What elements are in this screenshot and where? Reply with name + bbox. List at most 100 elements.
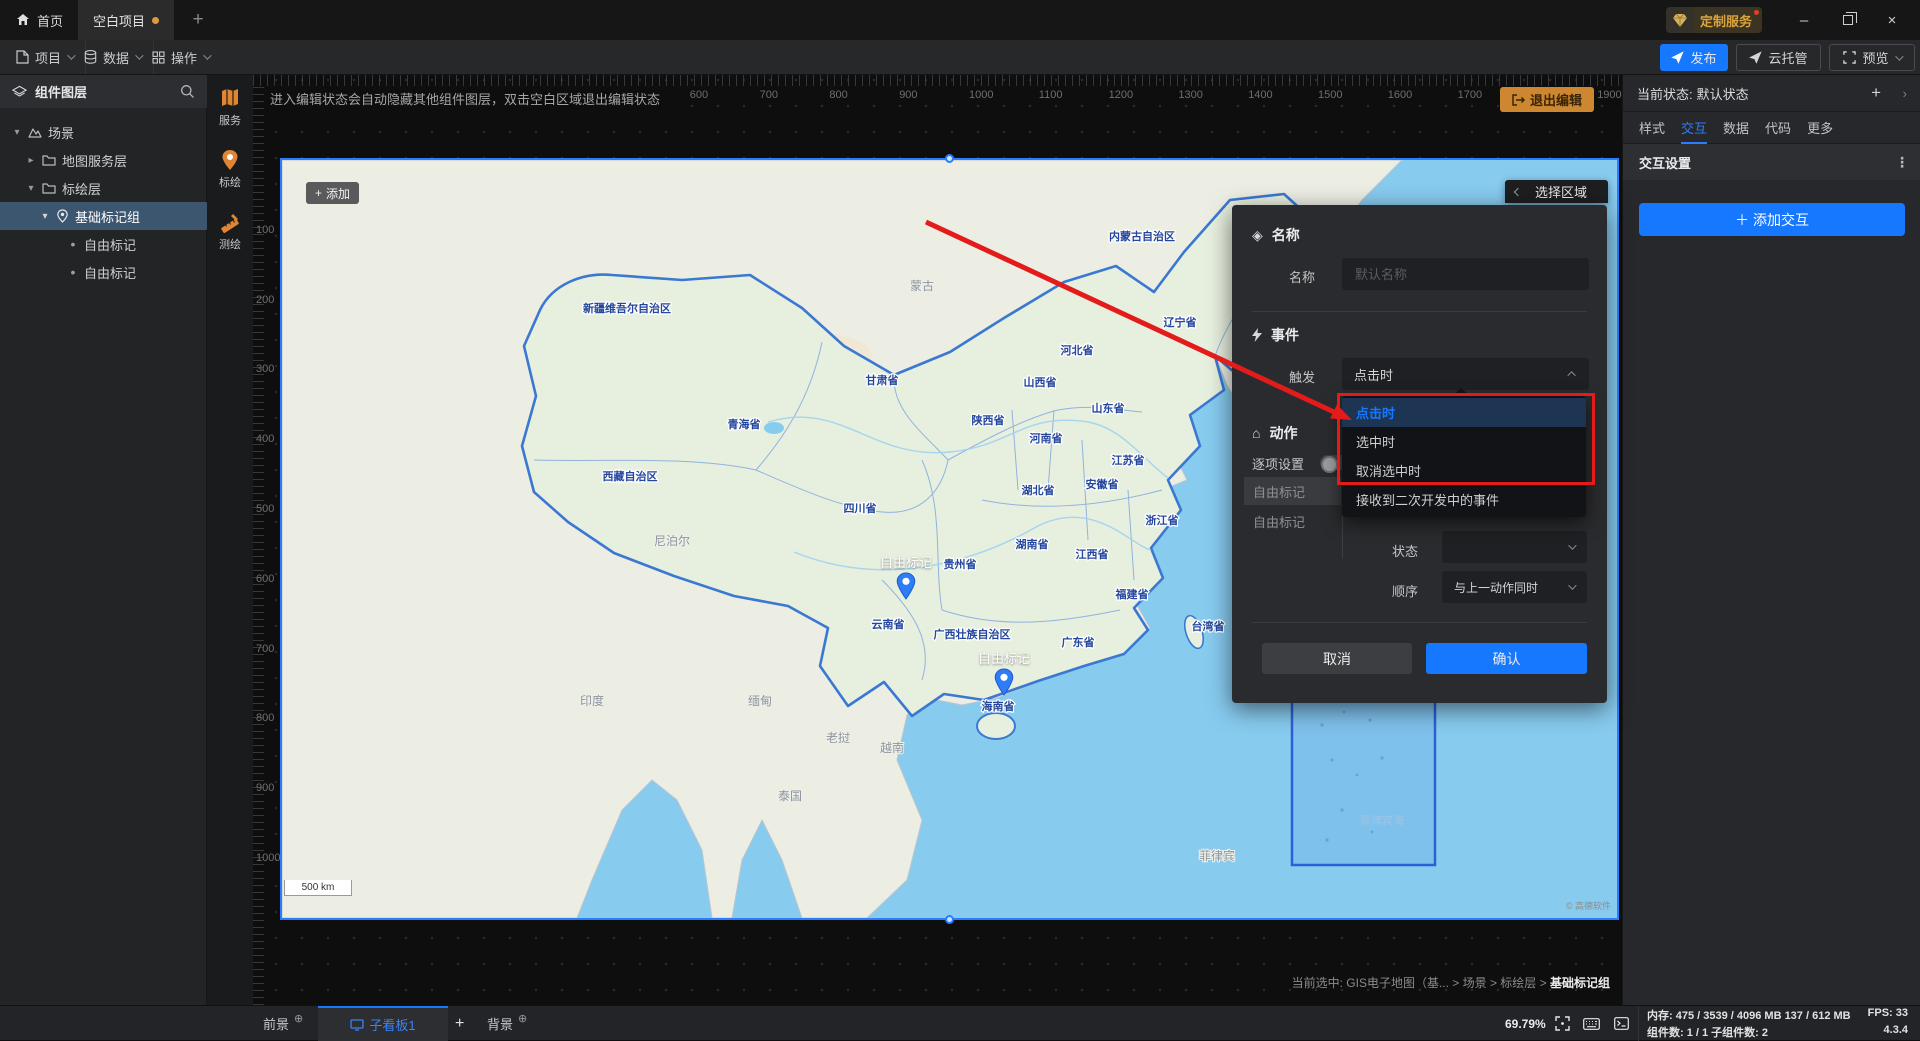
console-button[interactable] — [1610, 1013, 1632, 1034]
add-circle-icon[interactable]: ⊕ — [518, 1012, 527, 1025]
paper-plane-icon — [1749, 51, 1763, 64]
tool-plot[interactable]: 标绘 — [207, 149, 253, 190]
tab-interaction[interactable]: 交互 — [1681, 112, 1708, 144]
fit-screen-button[interactable] — [1551, 1013, 1573, 1034]
cloud-host-label: 云托管 — [1768, 51, 1808, 66]
horizontal-ruler — [253, 75, 1622, 86]
minimize-button[interactable]: – — [1782, 0, 1826, 40]
tree-item-free-marker-1[interactable]: • 自由标记 — [0, 230, 207, 258]
menu-operation[interactable]: 操作 — [140, 40, 221, 74]
add-state-button[interactable]: + — [1871, 83, 1881, 103]
state-select[interactable] — [1442, 531, 1587, 563]
cancel-button[interactable]: 取消 — [1262, 643, 1412, 674]
dropdown-option-select[interactable]: 选中时 — [1342, 427, 1586, 456]
ruler-label: 1000 — [969, 89, 994, 101]
ruler-label: 200 — [256, 293, 275, 306]
bottom-bar: 前景 ⊕ 子看板1 + 背景 ⊕ 69.79% 内存: 475 / 3539 /… — [0, 1005, 1920, 1041]
plus-icon: ＋ — [1735, 211, 1749, 228]
fullscreen-icon — [1843, 51, 1857, 64]
cloud-host-button[interactable]: 云托管 — [1736, 44, 1821, 71]
tree-item-scene[interactable]: ▾ 场景 — [0, 118, 207, 146]
custom-service-badge[interactable]: 定制服务 — [1665, 7, 1762, 33]
dropdown-option-click[interactable]: 点击时 — [1342, 398, 1586, 427]
select-region-label: 选择区域 — [1535, 185, 1588, 200]
exit-edit-button[interactable]: 退出编辑 — [1500, 87, 1594, 112]
caret-right-icon[interactable]: ▸ — [26, 155, 36, 166]
tree-item-map-service-layer[interactable]: ▸ 地图服务层 — [0, 146, 207, 174]
ruler-label: 1300 — [1178, 89, 1203, 101]
subboard-tab[interactable]: 子看板1 — [318, 1006, 448, 1041]
map-marker[interactable]: 自由标记 — [880, 552, 932, 600]
map-label: 甘肃省 — [866, 373, 899, 387]
new-tab-button[interactable]: + — [180, 0, 216, 40]
action-list-item-selected[interactable]: 自由标记 — [1244, 477, 1341, 505]
tab-home[interactable]: 首页 — [0, 0, 78, 40]
foreground-tab[interactable]: 前景 ⊕ — [263, 1006, 303, 1041]
map-marker[interactable]: 自由标记 — [978, 648, 1030, 696]
chevron-down-icon — [1568, 581, 1577, 590]
tab-code[interactable]: 代码 — [1765, 112, 1791, 144]
map-label: 广西壮族自治区 — [934, 627, 1011, 641]
tab-project-label: 空白项目 — [93, 13, 146, 29]
name-section-title: 名称 — [1271, 227, 1300, 243]
action-list-item[interactable]: 自由标记 — [1244, 507, 1341, 535]
tree-item-plot-layer[interactable]: ▾ 标绘层 — [0, 174, 207, 202]
add-board-button[interactable]: + — [455, 1006, 464, 1041]
state-value: 默认状态 — [1696, 86, 1749, 102]
marker-label: 自由标记 — [879, 555, 933, 570]
chevron-right-icon[interactable]: › — [1903, 86, 1907, 101]
select-region-header[interactable]: 选择区域 — [1505, 180, 1608, 203]
background-tab[interactable]: 背景 ⊕ — [487, 1006, 527, 1041]
confirm-button[interactable]: 确认 — [1426, 643, 1587, 674]
tab-more[interactable]: 更多 — [1807, 112, 1833, 144]
tool-survey[interactable]: 测绘 — [207, 211, 253, 252]
tree-item-label: 基础标记组 — [75, 209, 141, 225]
tab-project[interactable]: 空白项目 — [78, 0, 174, 40]
close-button[interactable]: × — [1870, 0, 1914, 40]
tree-item-label: 标绘层 — [62, 181, 102, 197]
lightning-icon — [1252, 328, 1262, 342]
folder-icon — [42, 183, 56, 194]
maximize-button[interactable] — [1826, 0, 1870, 40]
tool-service[interactable]: 服务 — [207, 87, 253, 128]
add-interaction-button[interactable]: ＋ 添加交互 — [1639, 203, 1905, 236]
resize-handle-bottom[interactable] — [945, 915, 954, 924]
diamond-icon: ◈ — [1252, 226, 1263, 243]
map-label: 台湾省 — [1192, 619, 1225, 633]
caret-down-icon[interactable]: ▾ — [40, 211, 50, 222]
tab-data[interactable]: 数据 — [1723, 112, 1749, 144]
dropdown-option-deselect[interactable]: 取消选中时 — [1342, 456, 1586, 485]
ruler-label: 600 — [256, 572, 275, 585]
interaction-settings-header: 交互设置 ⋮ — [1623, 144, 1920, 180]
search-icon[interactable] — [180, 84, 195, 99]
layers-panel: 组件图层 ▾ 场景 ▸ 地图服务层 ▾ 标绘层 ▾ 基础标记组 • 自由标记 •… — [0, 75, 207, 1005]
order-select[interactable]: 与上一动作同时 — [1442, 571, 1587, 603]
more-options-icon[interactable]: ⋮ — [1895, 154, 1909, 171]
ruler-label: 1200 — [1108, 89, 1134, 101]
publish-button[interactable]: 发布 — [1660, 44, 1728, 71]
chevron-left-icon[interactable] — [1513, 187, 1523, 196]
caret-down-icon[interactable]: ▾ — [26, 183, 36, 194]
performance-stats: 内存: 475 / 3539 / 4096 MB 137 / 612 MB FP… — [1638, 1006, 1912, 1041]
preview-button[interactable]: 预览 — [1829, 44, 1915, 71]
chevron-down-icon — [203, 51, 212, 60]
preview-label: 预览 — [1862, 51, 1889, 66]
map-label: 尼泊尔 — [654, 533, 690, 548]
trigger-select[interactable]: 点击时 — [1342, 358, 1589, 390]
add-marker-button[interactable]: + 添加 — [306, 182, 360, 204]
resize-handle-top[interactable] — [945, 154, 954, 163]
add-circle-icon[interactable]: ⊕ — [294, 1012, 303, 1025]
pin-icon — [57, 209, 68, 223]
keyboard-shortcuts-button[interactable] — [1580, 1013, 1602, 1034]
tree-item-free-marker-2[interactable]: • 自由标记 — [0, 258, 207, 286]
caret-down-icon[interactable]: ▾ — [12, 127, 22, 138]
dropdown-option-secondary-dev[interactable]: 接收到二次开发中的事件 — [1342, 485, 1586, 514]
zoom-level[interactable]: 69.79% — [1505, 1006, 1546, 1041]
tree-item-label: 自由标记 — [84, 265, 137, 281]
tree-item-basic-marker-group[interactable]: ▾ 基础标记组 — [0, 202, 207, 230]
map-scale: 500 km — [284, 880, 352, 896]
name-input[interactable] — [1342, 258, 1589, 290]
ruler-label: 1400 — [1248, 89, 1273, 101]
tab-style[interactable]: 样式 — [1639, 112, 1665, 144]
file-icon — [16, 50, 29, 64]
